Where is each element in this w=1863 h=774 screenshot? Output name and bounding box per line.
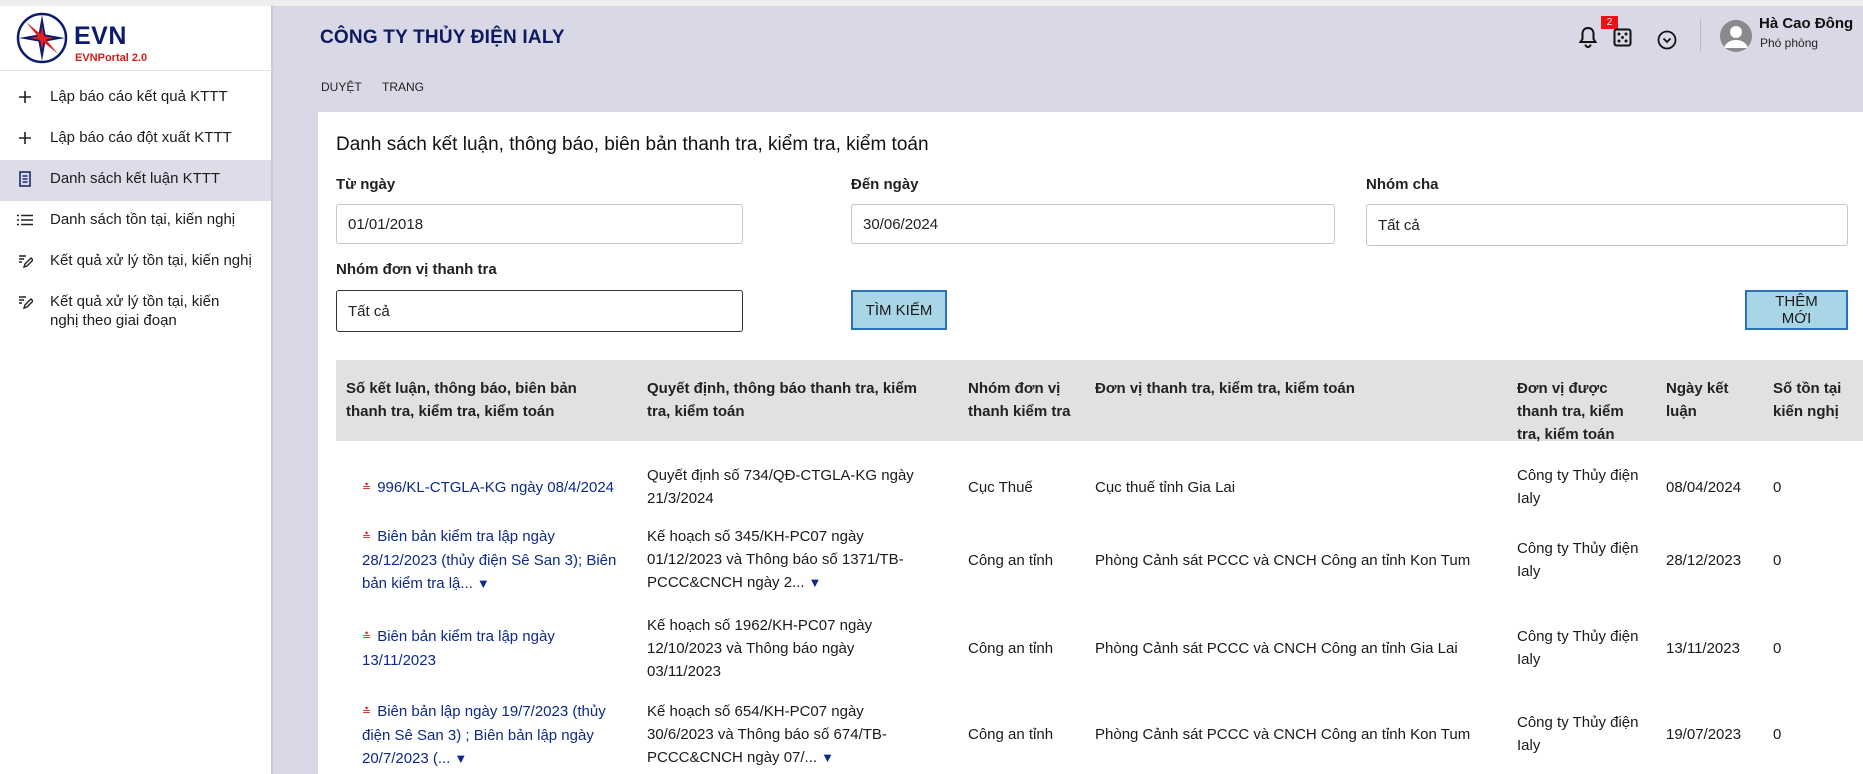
row-inspector: Phòng Cảnh sát PCCC và CNCH Công an tỉnh… [1095,552,1471,569]
row-inspector: Phòng Cảnh sát PCCC và CNCH Công an tỉnh… [1095,726,1471,743]
search-button[interactable]: TÌM KIẾM [851,290,947,330]
inspection-group-label: Nhóm đơn vị thanh tra [336,261,497,278]
document-icon [16,169,34,189]
brand-portal: EVNPortal 2.0 [75,52,148,64]
chevron-down-icon: ≛ [362,706,372,718]
subnav-page[interactable]: TRANG [382,80,424,94]
col-header-date[interactable]: Ngày kết luận [1666,377,1741,423]
logo[interactable]: EVN EVNPortal 2.0 [0,6,273,71]
content-card: Danh sách kết luận, thông báo, biên bản … [318,112,1863,774]
row-number-link[interactable]: ≛ Biên bản lập ngày 19/7/2023 (thủy điện … [362,700,627,770]
window-top-strip [0,0,1863,6]
plus-icon [16,87,34,107]
sub-navigation: DUYỆT TRANG [274,68,1863,112]
sidebar-item-issue-results-by-period[interactable]: Kết quả xử lý tồn tại, kiến nghị theo gi… [0,283,271,339]
expand-more-icon[interactable]: ▼ [821,750,834,765]
from-date-input[interactable] [336,204,743,244]
header-divider [1700,19,1701,51]
sidebar-item-label: Kết quả xử lý tồn tại, kiến nghị theo gi… [50,293,220,329]
row-number-link[interactable]: ≛ Biên bản kiểm tra lập ngày 28/12/2023 (… [362,525,627,595]
page-title: Danh sách kết luận, thông báo, biên bản … [336,134,929,155]
row-inspected: Công ty Thủy điện Ialy [1517,540,1639,580]
person-icon [1720,20,1752,52]
sidebar-item-label: Lập báo cáo kết quả KTTT [50,88,228,105]
list-icon [16,210,34,230]
table-row[interactable]: ≛ Biên bản kiểm tra lập ngày 28/12/2023 (… [336,522,1863,611]
user-avatar[interactable] [1720,20,1752,52]
expand-more-icon[interactable]: ▼ [809,575,822,590]
col-header-decision[interactable]: Quyết định, thông báo thanh tra, kiểm tr… [647,377,937,423]
edit-note-icon [16,251,34,271]
chevron-down-icon: ≛ [362,482,372,494]
col-header-inspector[interactable]: Đơn vị thanh tra, kiểm tra, kiểm toán [1095,377,1495,400]
user-name[interactable]: Hà Cao Đông [1759,15,1853,32]
row-decision: Kế hoạch số 345/KH-PC07 ngày 01/12/2023 … [647,528,904,591]
table-row[interactable]: ≛ Biên bản lập ngày 19/7/2023 (thủy điện … [336,696,1863,774]
sidebar-item-issue-list[interactable]: Danh sách tồn tại, kiến nghị [0,201,271,242]
expand-more-icon[interactable]: ▼ [477,576,490,591]
row-decision: Quyết định số 734/QĐ-CTGLA-KG ngày 21/3/… [647,467,914,507]
add-new-button[interactable]: THÊM MỚI [1745,290,1848,330]
sidebar-item-label: Kết quả xử lý tồn tại, kiến nghị [50,252,252,269]
company-title: CÔNG TY THỦY ĐIỆN IALY [320,27,565,48]
sidebar-item-issue-results[interactable]: Kết quả xử lý tồn tại, kiến nghị [0,242,271,283]
col-header-count[interactable]: Số tồn tại kiến nghị [1773,377,1858,423]
row-decision: Kế hoạch số 654/KH-PC07 ngày 30/6/2023 v… [647,703,887,766]
sidebar-item-label: Danh sách tồn tại, kiến nghị [50,211,236,228]
chevron-down-icon: ≛ [362,631,372,643]
sidebar-item-label: Lập báo cáo đột xuất KTTT [50,129,232,146]
plus-icon [16,128,34,148]
row-group: Công an tỉnh [968,552,1054,569]
row-date: 08/04/2024 [1666,479,1742,496]
table-row[interactable]: ≛ 996/KL-CTGLA-KG ngày 08/4/2024 Quyết đị… [336,447,1863,522]
inspection-group-select[interactable] [336,290,743,332]
row-number-link[interactable]: ≛ 996/KL-CTGLA-KG ngày 08/4/2024 [362,476,622,500]
sidebar-item-label: Danh sách kết luận KTTT [50,170,221,187]
row-count: 0 [1773,640,1782,657]
row-date: 19/07/2023 [1666,726,1742,743]
row-count: 0 [1773,479,1782,496]
row-group: Cục Thuế [968,479,1033,496]
bell-icon[interactable] [1578,26,1598,48]
to-date-input[interactable] [851,204,1335,244]
parent-group-select[interactable] [1366,204,1848,246]
user-role: Phó phòng [1760,36,1819,50]
row-count: 0 [1773,726,1782,743]
chevron-down-circle-icon[interactable] [1657,30,1677,50]
brand-name: EVN [74,22,127,50]
dice-icon[interactable] [1613,28,1632,47]
edit-note-icon [16,292,34,312]
sidebar: EVN EVNPortal 2.0 Lập báo cáo kết quả KT… [0,0,273,774]
table-row[interactable]: ≛ Biên bản kiểm tra lập ngày 13/11/2023 K… [336,611,1863,696]
row-count: 0 [1773,552,1782,569]
sidebar-item-create-report[interactable]: Lập báo cáo kết quả KTTT [0,78,271,119]
evn-emblem-icon [16,12,68,64]
row-inspector: Cục thuế tỉnh Gia Lai [1095,479,1236,496]
row-inspected: Công ty Thủy điện Ialy [1517,628,1639,668]
col-header-number[interactable]: Số kết luận, thông báo, biên bản thanh t… [346,377,616,423]
chevron-down-icon: ≛ [362,531,372,543]
sidebar-nav: Lập báo cáo kết quả KTTT Lập báo cáo đột… [0,78,271,339]
sidebar-item-create-adhoc-report[interactable]: Lập báo cáo đột xuất KTTT [0,119,271,160]
to-date-label: Đến ngày [851,176,919,193]
row-inspected: Công ty Thủy điện Ialy [1517,714,1639,754]
from-date-label: Từ ngày [336,176,396,193]
row-date: 28/12/2023 [1666,552,1742,569]
col-header-group[interactable]: Nhóm đơn vị thanh kiểm tra [968,377,1078,423]
row-decision: Kế hoạch số 1962/KH-PC07 ngày 12/10/2023… [647,617,873,680]
subnav-approve[interactable]: DUYỆT [321,80,362,94]
table-header: Số kết luận, thông báo, biên bản thanh t… [336,360,1863,443]
row-group: Công an tỉnh [968,640,1054,657]
expand-more-icon[interactable]: ▼ [454,751,467,766]
row-inspected: Công ty Thủy điện Ialy [1517,467,1639,507]
col-header-inspected[interactable]: Đơn vị được thanh tra, kiểm tra, kiểm to… [1517,377,1647,446]
row-inspector: Phòng Cảnh sát PCCC và CNCH Công an tỉnh… [1095,640,1458,657]
row-date: 13/11/2023 [1666,640,1740,657]
parent-group-label: Nhóm cha [1366,176,1439,193]
row-number-link[interactable]: ≛ Biên bản kiểm tra lập ngày 13/11/2023 [362,625,592,672]
row-group: Công an tỉnh [968,726,1054,743]
sidebar-item-conclusion-list[interactable]: Danh sách kết luận KTTT [0,160,271,201]
